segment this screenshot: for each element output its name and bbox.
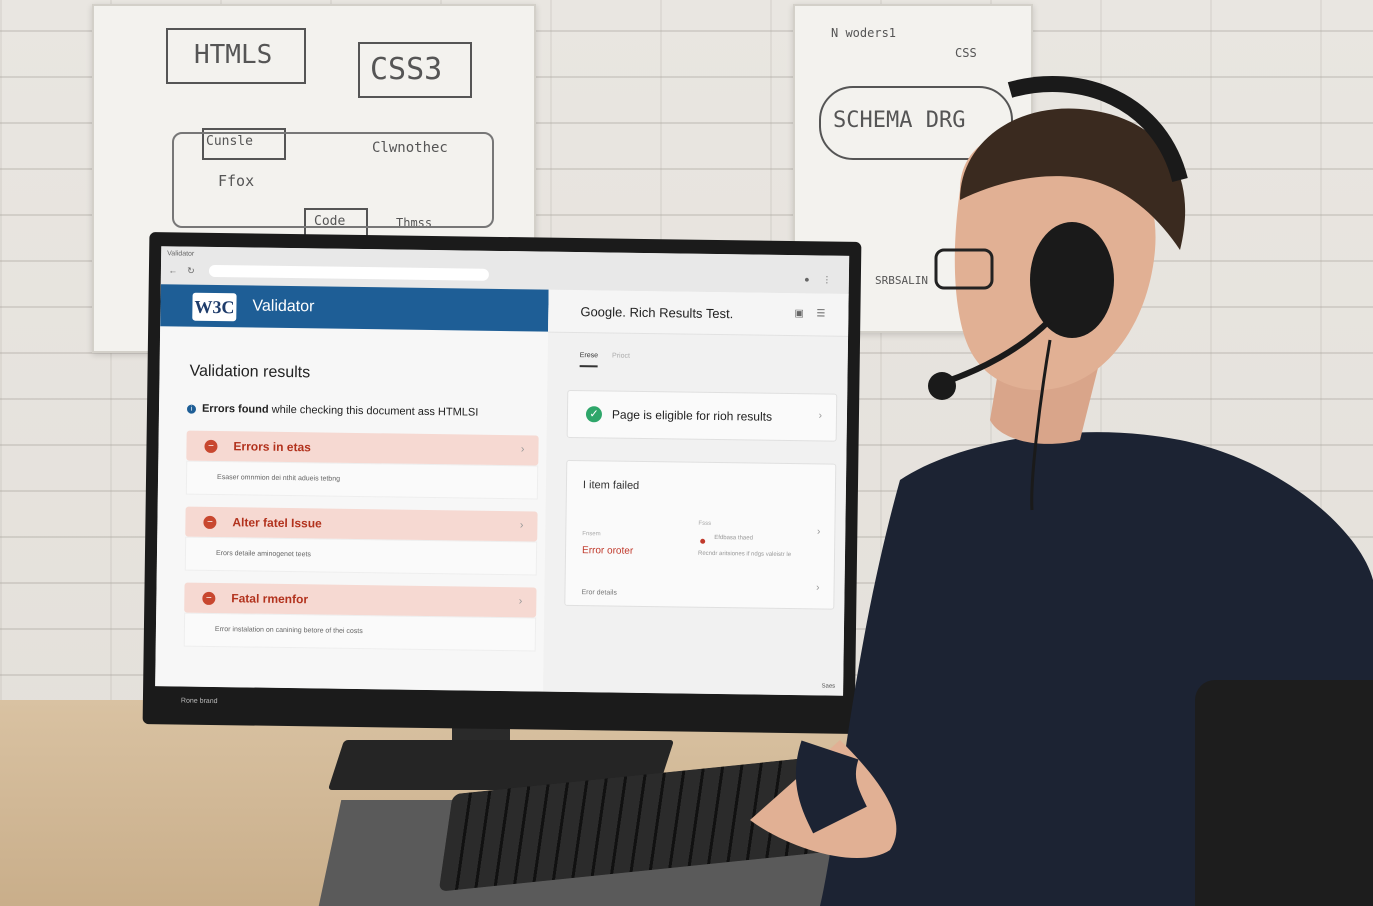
monitor-brand-label: Rone brand: [180, 697, 218, 706]
error-detail: Error instalation on canining betore of …: [183, 612, 537, 652]
validation-results-heading: Validation results: [189, 362, 311, 382]
failed-title: I item failed: [582, 479, 640, 492]
w3c-title: Validator: [252, 297, 315, 316]
sketch-text-html: HTMLS: [194, 40, 273, 70]
w3c-logo[interactable]: W3C: [192, 292, 237, 322]
browser-tab[interactable]: Validator: [167, 250, 194, 257]
headset-earcup-icon: [1030, 222, 1114, 338]
sketch-flow-loop: [172, 132, 494, 228]
chair: [1195, 680, 1373, 906]
info-icon: i: [186, 404, 197, 414]
error-card: − Errors in etas › Esaser omnmion dei nt…: [185, 430, 539, 500]
reload-icon[interactable]: ↻: [185, 265, 197, 277]
error-title: Alter fatel Issue: [232, 515, 322, 531]
w3c-header: W3C Validator: [160, 284, 549, 332]
chevron-right-icon: ›: [520, 443, 525, 456]
error-title: Fatal rmenfor: [231, 591, 309, 607]
error-value: Error oroter: [581, 545, 634, 557]
check-circle-icon: ✓: [585, 406, 603, 423]
tab-preview[interactable]: Prioct: [612, 353, 630, 368]
sketch-text-css: CSS3: [370, 52, 443, 87]
address-bar[interactable]: [208, 264, 489, 281]
errors-notice: i Errors found while checking this docum…: [186, 402, 479, 419]
error-detail: Erors detaile aminogenet teets: [184, 536, 538, 576]
error-minus-icon: −: [202, 591, 216, 605]
chevron-right-icon: ›: [519, 519, 524, 532]
error-card: − Fatal rmenfor › Error instalation on c…: [183, 582, 537, 652]
error-minus-icon: −: [203, 515, 217, 529]
column-label-left: Fnsem: [582, 531, 601, 538]
rich-results-tabs: Erese Prioct: [579, 352, 630, 368]
w3c-validator-pane: W3C Validator Validation results i Error…: [155, 284, 549, 692]
error-title: Errors in etas: [233, 439, 311, 455]
chevron-right-icon: ›: [518, 595, 523, 608]
error-card: − Alter fatel Issue › Erors detaile amin…: [184, 506, 538, 576]
browser-tab-title: Validator: [167, 250, 195, 258]
error-item-header[interactable]: − Fatal rmenfor ›: [184, 582, 537, 618]
error-detail: Esaser omnmion dei nthit adueis tetbng: [185, 460, 539, 500]
error-minus-icon: −: [204, 439, 218, 453]
error-item-header[interactable]: − Errors in etas ›: [186, 430, 539, 466]
sleeve-left: [795, 740, 867, 834]
sketch-text-top-note-b: CSS: [955, 46, 977, 60]
notice-rest: while checking this document ass HTMLSI: [271, 403, 479, 419]
photo-scene: HTMLS CSS3 Cunsle Clwnothec Ffox Code Th…: [0, 0, 1373, 906]
sketch-text-top-note: N woders1: [831, 26, 897, 40]
headset-mic-icon: [928, 372, 956, 400]
notice-bold: Errors found: [201, 402, 269, 416]
tab-errors[interactable]: Erese: [579, 352, 599, 368]
error-details-link[interactable]: Eror details: [581, 589, 617, 596]
back-icon[interactable]: ←: [167, 264, 179, 276]
error-item-header[interactable]: − Alter fatel Issue ›: [185, 506, 538, 542]
